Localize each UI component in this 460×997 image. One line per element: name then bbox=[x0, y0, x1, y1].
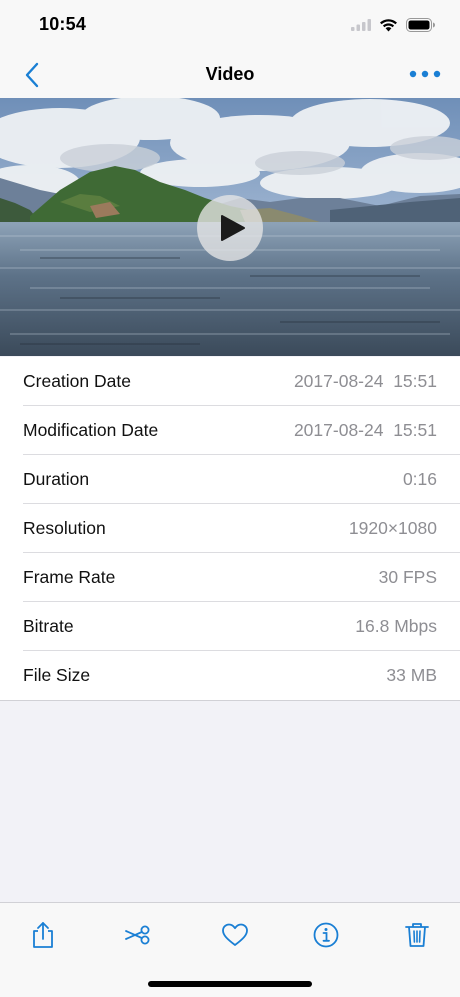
cellular-signal-icon bbox=[351, 19, 371, 31]
scissors-icon[interactable] bbox=[124, 921, 152, 949]
info-label: Creation Date bbox=[23, 371, 131, 392]
play-icon bbox=[220, 214, 246, 242]
navigation-bar: Video bbox=[0, 50, 460, 99]
share-icon[interactable] bbox=[29, 921, 57, 949]
info-value: 33 MB bbox=[386, 665, 437, 686]
info-row-creation-date: Creation Date 2017-08-24 15:51 bbox=[0, 357, 460, 406]
wifi-icon bbox=[379, 18, 398, 32]
video-info-list: Creation Date 2017-08-24 15:51 Modificat… bbox=[0, 357, 460, 701]
info-label: Bitrate bbox=[23, 616, 74, 637]
page-title: Video bbox=[0, 64, 460, 85]
info-value: 2017-08-24 15:51 bbox=[294, 420, 437, 441]
home-indicator bbox=[148, 981, 312, 987]
info-row-bitrate: Bitrate 16.8 Mbps bbox=[0, 602, 460, 651]
trash-icon[interactable] bbox=[403, 921, 431, 949]
info-label: Resolution bbox=[23, 518, 106, 539]
play-button[interactable] bbox=[197, 195, 263, 261]
info-label: Frame Rate bbox=[23, 567, 115, 588]
video-preview[interactable] bbox=[0, 98, 460, 356]
status-time: 10:54 bbox=[39, 14, 86, 35]
info-row-resolution: Resolution 1920×1080 bbox=[0, 504, 460, 553]
info-value: 0:16 bbox=[403, 469, 437, 490]
info-label: Duration bbox=[23, 469, 89, 490]
info-row-modification-date: Modification Date 2017-08-24 15:51 bbox=[0, 406, 460, 455]
info-icon[interactable] bbox=[312, 921, 340, 949]
status-bar: 10:54 bbox=[0, 0, 460, 50]
info-row-file-size: File Size 33 MB bbox=[0, 651, 460, 700]
more-options-icon[interactable] bbox=[408, 62, 442, 86]
status-icons bbox=[351, 14, 436, 36]
heart-icon[interactable] bbox=[221, 921, 249, 949]
battery-icon bbox=[406, 18, 436, 32]
info-value: 30 FPS bbox=[379, 567, 437, 588]
info-row-duration: Duration 0:16 bbox=[0, 455, 460, 504]
info-value: 2017-08-24 15:51 bbox=[294, 371, 437, 392]
info-value: 16.8 Mbps bbox=[355, 616, 437, 637]
info-label: File Size bbox=[23, 665, 90, 686]
info-value: 1920×1080 bbox=[349, 518, 437, 539]
info-label: Modification Date bbox=[23, 420, 158, 441]
info-row-frame-rate: Frame Rate 30 FPS bbox=[0, 553, 460, 602]
